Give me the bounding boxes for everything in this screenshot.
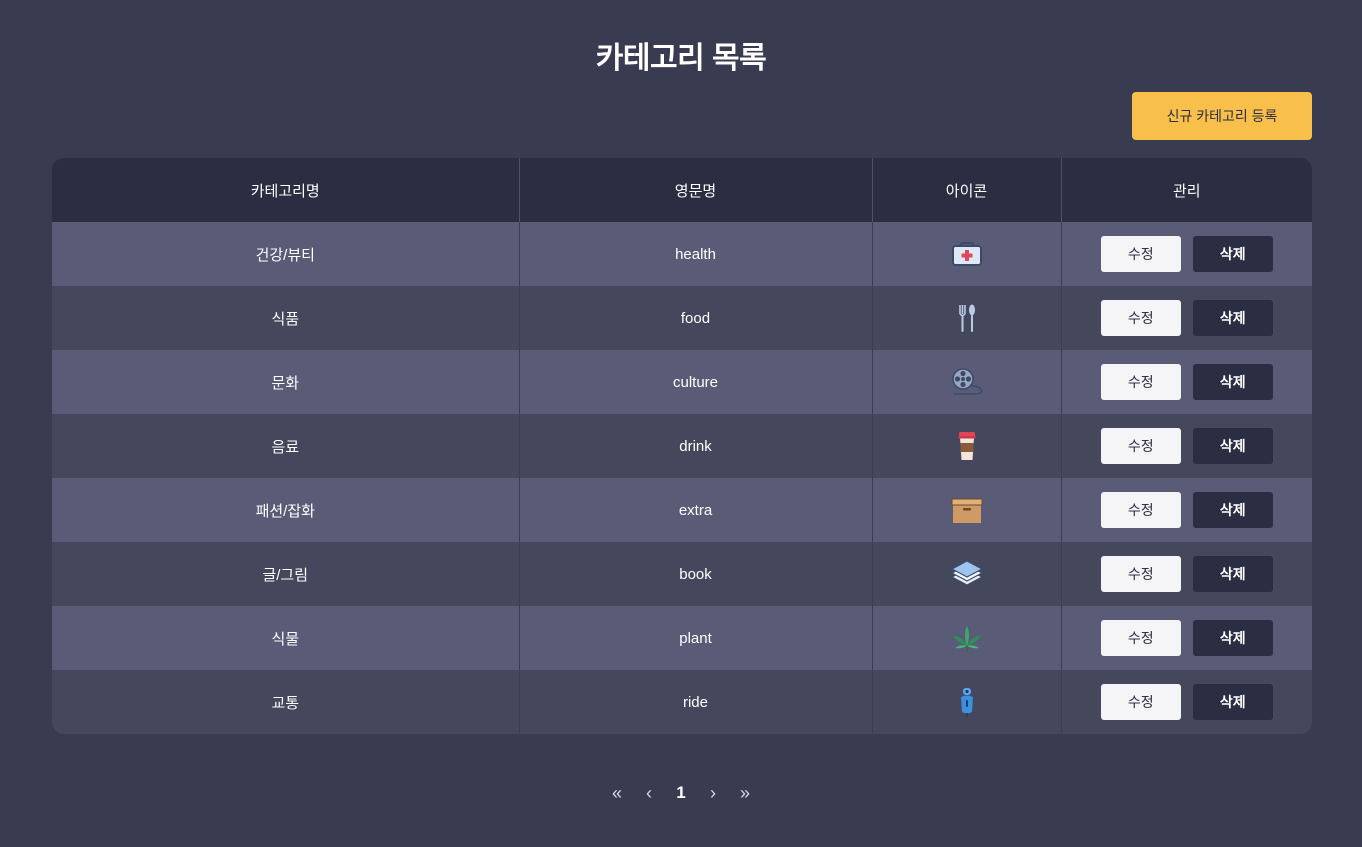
page-number-current[interactable]: 1 bbox=[665, 780, 697, 806]
header-icon: 아이콘 bbox=[871, 158, 1061, 222]
delete-button[interactable]: 삭제 bbox=[1192, 428, 1273, 464]
table-row: 식품 food 수정 삭제 bbox=[52, 286, 1312, 350]
category-english-name: culture bbox=[518, 350, 872, 414]
category-english-name: drink bbox=[518, 414, 872, 478]
category-name: 식물 bbox=[271, 630, 300, 648]
new-category-button[interactable]: 신규 카테고리 등록 bbox=[1132, 92, 1312, 140]
page-title: 카테고리 목록 bbox=[595, 42, 767, 75]
first-aid-kit-icon bbox=[873, 241, 1061, 267]
next-page-button[interactable]: › bbox=[697, 780, 729, 806]
header-category-name: 카테고리명 bbox=[250, 182, 320, 200]
delete-button[interactable]: 삭제 bbox=[1192, 620, 1273, 656]
delete-button[interactable]: 삭제 bbox=[1192, 300, 1273, 336]
delete-button[interactable]: 삭제 bbox=[1192, 556, 1273, 592]
category-english-name: book bbox=[518, 542, 872, 606]
category-english-name: ride bbox=[518, 670, 872, 734]
category-name: 글/그림 bbox=[262, 566, 309, 584]
box-icon bbox=[873, 495, 1061, 525]
page: 카테고리 목록 신규 카테고리 등록 카테고리명 영문명 아이콘 관리 건강/뷰… bbox=[0, 0, 1362, 847]
leaf-plant-icon bbox=[873, 622, 1061, 654]
table-row: 문화 culture 수정 삭제 bbox=[52, 350, 1312, 414]
category-name: 교통 bbox=[271, 694, 300, 712]
edit-button[interactable]: 수정 bbox=[1100, 364, 1181, 400]
table-row: 글/그림 book 수정 삭제 bbox=[52, 542, 1312, 606]
last-page-button[interactable]: » bbox=[729, 780, 761, 806]
category-name: 식품 bbox=[271, 310, 300, 328]
edit-button[interactable]: 수정 bbox=[1100, 300, 1181, 336]
category-english-name: health bbox=[518, 222, 872, 286]
fork-spoon-icon bbox=[873, 302, 1061, 334]
category-english-name: extra bbox=[518, 478, 872, 542]
category-name: 건강/뷰티 bbox=[255, 246, 315, 264]
table-row: 건강/뷰티 health 수정 삭제 bbox=[52, 222, 1312, 286]
table-row: 식물 plant 수정 삭제 bbox=[52, 606, 1312, 670]
table-row: 음료 drink 수정 삭제 bbox=[52, 414, 1312, 478]
category-name: 패션/잡화 bbox=[255, 502, 315, 520]
film-reel-icon bbox=[873, 366, 1061, 398]
delete-button[interactable]: 삭제 bbox=[1192, 364, 1273, 400]
delete-button[interactable]: 삭제 bbox=[1192, 492, 1273, 528]
delete-button[interactable]: 삭제 bbox=[1192, 236, 1273, 272]
edit-button[interactable]: 수정 bbox=[1100, 620, 1181, 656]
prev-page-button[interactable]: ‹ bbox=[633, 780, 665, 806]
category-name: 문화 bbox=[271, 374, 300, 392]
table-row: 패션/잡화 extra 수정 삭제 bbox=[52, 478, 1312, 542]
table-row: 교통 ride 수정 삭제 bbox=[52, 670, 1312, 734]
stacked-pages-icon bbox=[873, 559, 1061, 589]
category-name: 음료 bbox=[271, 438, 300, 456]
edit-button[interactable]: 수정 bbox=[1100, 236, 1181, 272]
edit-button[interactable]: 수정 bbox=[1100, 684, 1181, 720]
coffee-cup-icon bbox=[873, 430, 1061, 462]
category-english-name: food bbox=[518, 286, 872, 350]
edit-button[interactable]: 수정 bbox=[1100, 556, 1181, 592]
category-english-name: plant bbox=[518, 606, 872, 670]
edit-button[interactable]: 수정 bbox=[1100, 428, 1181, 464]
pagination: « ‹ 1 › » bbox=[0, 780, 1362, 806]
scooter-icon bbox=[873, 686, 1061, 718]
header-manage: 관리 bbox=[1060, 158, 1312, 222]
first-page-button[interactable]: « bbox=[601, 780, 633, 806]
category-table: 카테고리명 영문명 아이콘 관리 건강/뷰티 health 수정 삭제 식품 f… bbox=[52, 158, 1312, 734]
table-header-row: 카테고리명 영문명 아이콘 관리 bbox=[52, 158, 1312, 222]
header-english-name: 영문명 bbox=[518, 158, 872, 222]
edit-button[interactable]: 수정 bbox=[1100, 492, 1181, 528]
delete-button[interactable]: 삭제 bbox=[1192, 684, 1273, 720]
